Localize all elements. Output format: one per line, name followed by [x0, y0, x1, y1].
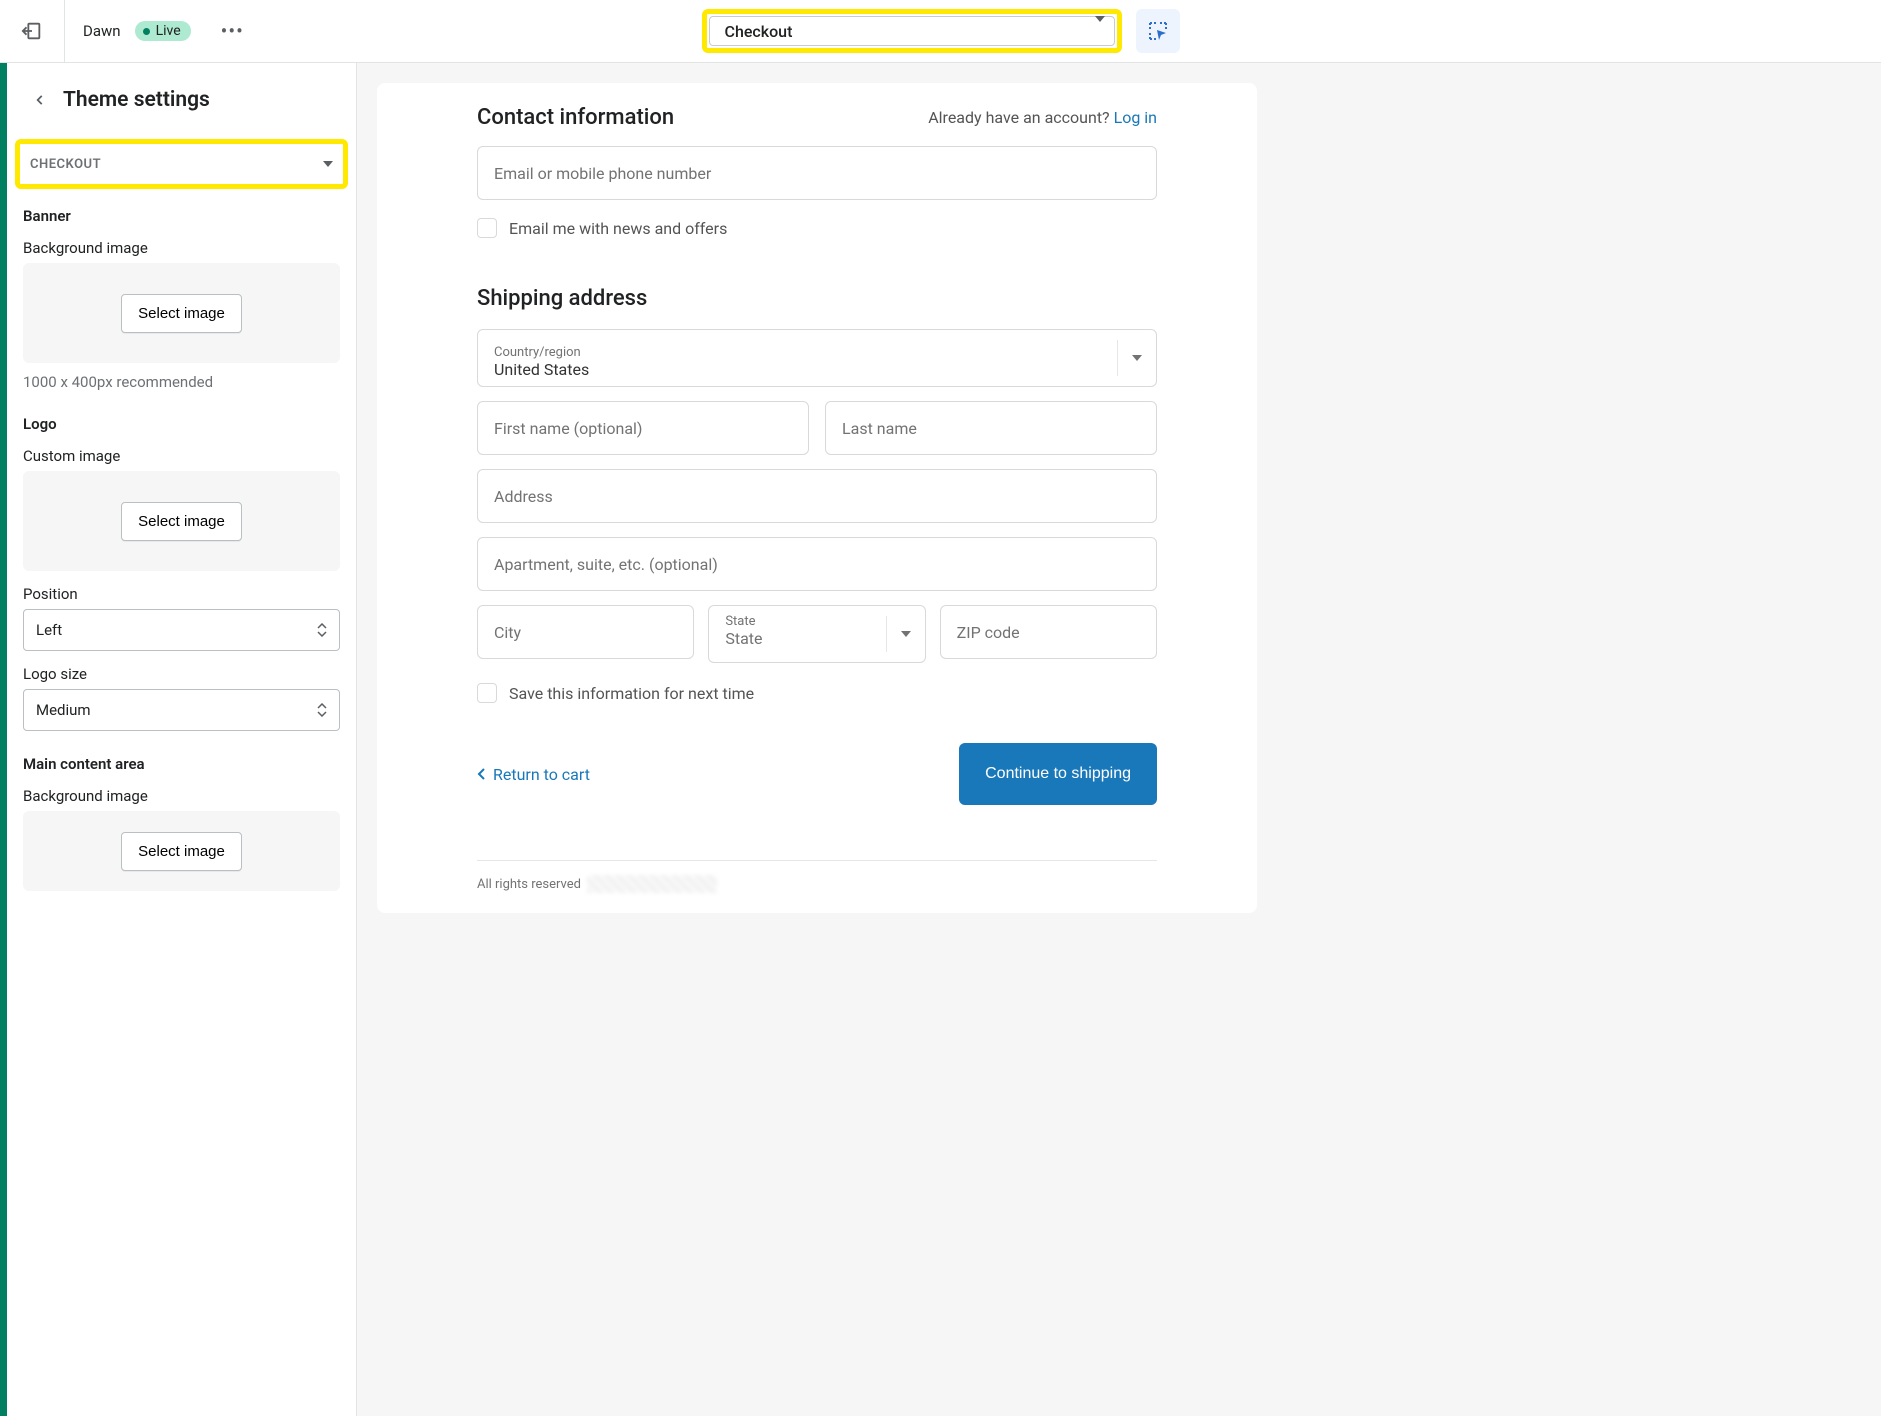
logo-title: Logo: [23, 415, 340, 433]
country-label: Country/region: [494, 345, 1140, 360]
logo-size-select[interactable]: Medium: [23, 689, 340, 731]
state-value: State: [725, 629, 908, 648]
logo-custom-label: Custom image: [23, 447, 340, 465]
more-actions-button[interactable]: •••: [221, 19, 244, 43]
last-name-placeholder: Last name: [842, 419, 917, 438]
exit-button[interactable]: [0, 0, 65, 63]
chevron-down-icon: [323, 161, 333, 167]
logo-select-image-button[interactable]: Select image: [121, 502, 242, 541]
return-label: Return to cart: [493, 765, 590, 784]
chevron-down-icon: [1117, 340, 1142, 376]
zip-placeholder: ZIP code: [957, 623, 1020, 642]
preview-footer: All rights reserved: [477, 860, 1157, 893]
app-body: Theme settings CHECKOUT Banner Backgroun…: [0, 63, 1881, 1416]
country-select[interactable]: Country/region United States: [477, 329, 1157, 387]
banner-image-box: Select image: [23, 263, 340, 363]
live-badge: Live: [135, 21, 191, 41]
banner-hint: 1000 x 400px recommended: [23, 373, 340, 391]
apartment-placeholder: Apartment, suite, etc. (optional): [494, 555, 718, 574]
contact-heading: Contact information: [477, 105, 674, 130]
checkout-section-dropdown[interactable]: CHECKOUT: [15, 139, 348, 189]
inspector-icon: [1146, 19, 1170, 43]
logo-size-value: Medium: [36, 701, 91, 719]
return-to-cart-link[interactable]: Return to cart: [477, 765, 590, 784]
section-dd-label: CHECKOUT: [30, 157, 101, 172]
main-image-box: Select image: [23, 811, 340, 891]
settings-sidebar: Theme settings CHECKOUT Banner Backgroun…: [7, 63, 357, 1416]
login-text: Already have an account?: [928, 108, 1113, 127]
redacted-text: [587, 875, 717, 893]
newsletter-row: Email me with news and offers: [477, 218, 1157, 238]
main-bg-label: Background image: [23, 787, 340, 805]
logo-position-label: Position: [23, 585, 340, 603]
newsletter-checkbox[interactable]: [477, 218, 497, 238]
sidebar-header: Theme settings: [7, 63, 356, 133]
checkout-actions: Return to cart Continue to shipping: [477, 743, 1157, 805]
logo-position-value: Left: [36, 621, 62, 639]
page-select-wrap: Checkout: [702, 9, 1180, 53]
continue-to-shipping-button[interactable]: Continue to shipping: [959, 743, 1157, 805]
live-dot-icon: [143, 28, 150, 35]
login-link[interactable]: Log in: [1114, 108, 1157, 127]
page-select-dropdown[interactable]: Checkout: [702, 9, 1122, 53]
banner-bg-label: Background image: [23, 239, 340, 257]
shipping-heading: Shipping address: [477, 286, 1157, 311]
city-placeholder: City: [494, 623, 521, 642]
chevron-left-icon: [33, 93, 47, 107]
address-placeholder: Address: [494, 487, 553, 506]
main-select-image-button[interactable]: Select image: [121, 832, 242, 871]
exit-icon: [21, 20, 43, 42]
chevron-down-icon: [1095, 22, 1105, 41]
updown-icon: [317, 623, 327, 637]
updown-icon: [317, 703, 327, 717]
sidebar-back-button[interactable]: [27, 87, 53, 113]
main-title: Main content area: [23, 755, 340, 773]
live-badge-label: Live: [156, 23, 181, 39]
logo-size-label: Logo size: [23, 665, 340, 683]
login-prompt: Already have an account? Log in: [928, 108, 1157, 127]
logo-image-box: Select image: [23, 471, 340, 571]
checkout-preview-card: Contact information Already have an acco…: [377, 83, 1257, 913]
chevron-left-icon: [477, 768, 487, 780]
save-info-label: Save this information for next time: [509, 684, 754, 703]
save-info-row: Save this information for next time: [477, 683, 1157, 703]
inspector-toggle-button[interactable]: [1136, 9, 1180, 53]
city-input[interactable]: City: [477, 605, 694, 659]
app-topbar: Dawn Live ••• Checkout: [0, 0, 1881, 63]
banner-title: Banner: [23, 207, 340, 225]
first-name-placeholder: First name (optional): [494, 419, 642, 438]
first-name-input[interactable]: First name (optional): [477, 401, 809, 455]
email-placeholder: Email or mobile phone number: [494, 164, 711, 183]
apartment-input[interactable]: Apartment, suite, etc. (optional): [477, 537, 1157, 591]
footer-text: All rights reserved: [477, 877, 581, 892]
topbar-left: Dawn Live •••: [0, 0, 244, 63]
logo-group: Logo Custom image Select image Position …: [7, 409, 356, 749]
country-value: United States: [494, 360, 1140, 379]
chevron-down-icon: [886, 616, 911, 652]
sidebar-title: Theme settings: [63, 88, 210, 112]
address-input[interactable]: Address: [477, 469, 1157, 523]
logo-position-select[interactable]: Left: [23, 609, 340, 651]
state-label: State: [725, 614, 908, 629]
contact-header-row: Contact information Already have an acco…: [477, 105, 1157, 130]
email-input[interactable]: Email or mobile phone number: [477, 146, 1157, 200]
main-content-group: Main content area Background image Selec…: [7, 749, 356, 909]
newsletter-label: Email me with news and offers: [509, 219, 727, 238]
banner-group: Banner Background image Select image 100…: [7, 201, 356, 409]
preview-area: Contact information Already have an acco…: [357, 63, 1881, 1416]
theme-name: Dawn: [65, 22, 121, 40]
page-select-value: Checkout: [725, 22, 793, 41]
zip-input[interactable]: ZIP code: [940, 605, 1157, 659]
left-gutter: [0, 63, 7, 1416]
ellipsis-icon: •••: [221, 19, 244, 43]
save-info-checkbox[interactable]: [477, 683, 497, 703]
banner-select-image-button[interactable]: Select image: [121, 294, 242, 333]
last-name-input[interactable]: Last name: [825, 401, 1157, 455]
state-select[interactable]: State State: [708, 605, 925, 663]
